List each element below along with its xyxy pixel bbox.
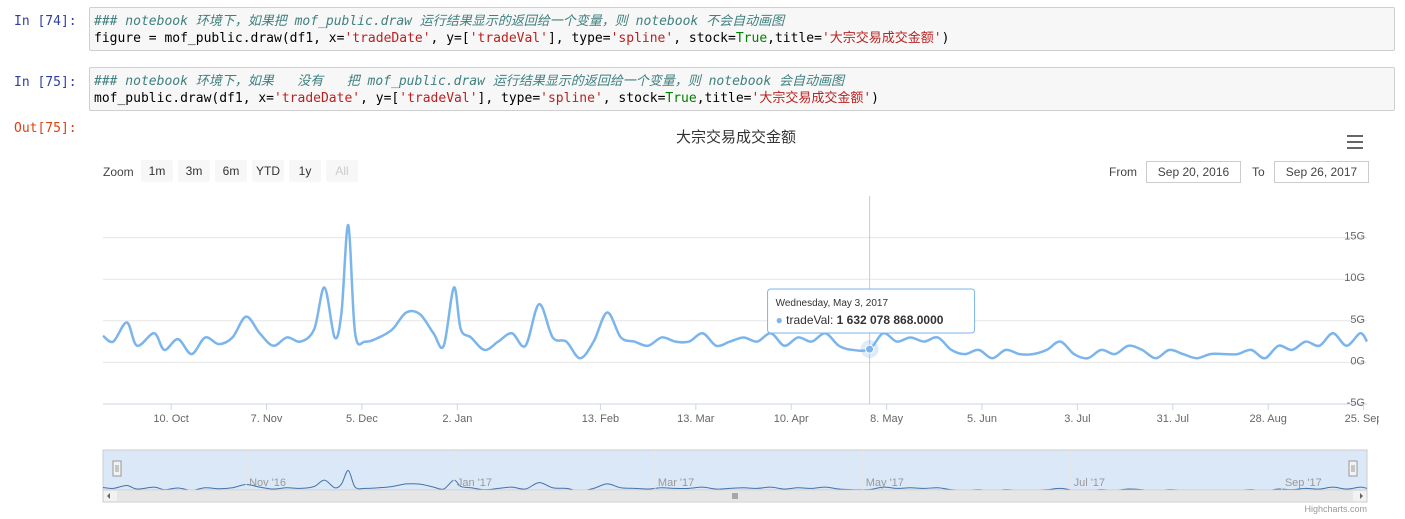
y-tick-label: 0G <box>1350 355 1365 367</box>
cell-75-code-line: mof_public.draw(df1, x='tradeDate', y=['… <box>94 91 879 106</box>
navigator-tick-label: May '17 <box>866 477 904 489</box>
tooltip-date: Wednesday, May 3, 2017 <box>776 298 889 309</box>
chart-svg[interactable]: 15G 10G 5G 0G -5G 10. Oct 7. Nov 5. Dec 2. Jan 1… <box>101 120 1379 519</box>
x-tick-label: 2. Jan <box>442 413 472 425</box>
series-line-tradeVal <box>102 223 1369 360</box>
navigator-tick-label: Jan '17 <box>457 477 492 489</box>
x-tick-label: 10. Apr <box>774 413 809 425</box>
x-tick-label: 5. Jun <box>967 413 997 425</box>
x-tick-label: 13. Feb <box>582 413 619 425</box>
x-tick-label: 13. Mar <box>677 413 715 425</box>
navigator-left-handle[interactable] <box>112 460 122 477</box>
tooltip-value: ● tradeVal: 1 632 078 868.0000 <box>776 313 944 327</box>
navigator-area <box>102 449 1368 491</box>
x-tick-label: 3. Jul <box>1064 413 1090 425</box>
x-tick-label: 5. Dec <box>346 413 378 425</box>
y-tick-label: 10G <box>1344 272 1365 284</box>
x-tick-label: 28. Aug <box>1250 413 1287 425</box>
x-tick-label: 7. Nov <box>251 413 283 425</box>
navigator-right-handle[interactable] <box>1348 460 1358 477</box>
x-tick-label: 25. Sep <box>1345 413 1379 425</box>
cell-75-prompt: In [75]: <box>14 75 77 90</box>
x-tick-label: 31. Jul <box>1157 413 1189 425</box>
cell-75-comment: ### notebook 环境下，如果 没有 把 mof_public.draw… <box>94 74 845 89</box>
cell-74-code[interactable]: ### notebook 环境下，如果把 mof_public.draw 运行结… <box>89 7 1395 51</box>
credits-link[interactable]: Highcharts.com <box>1304 504 1367 514</box>
cell-75-out-prompt: Out[75]: <box>14 121 77 136</box>
cell-74-comment: ### notebook 环境下，如果把 mof_public.draw 运行结… <box>94 14 785 29</box>
x-tick-label: 10. Oct <box>153 413 188 425</box>
navigator-tick-label: Jul '17 <box>1074 477 1105 489</box>
cell-74-code-line: figure = mof_public.draw(df1, x='tradeDa… <box>94 31 950 46</box>
y-tick-label: 5G <box>1350 314 1365 326</box>
y-tick-label: -5G <box>1347 397 1365 409</box>
data-point-hover <box>865 344 875 354</box>
cell-75-code[interactable]: ### notebook 环境下，如果 没有 把 mof_public.draw… <box>89 67 1395 111</box>
cell-74-prompt: In [74]: <box>14 14 77 29</box>
y-tick-label: 15G <box>1344 231 1365 243</box>
navigator-tick-label: Mar '17 <box>658 477 694 489</box>
navigator-tick-label: Nov '16 <box>249 477 286 489</box>
highcharts-container: 大宗交易成交金额 Zoom 1m 3m 6m YTD 1y All From S… <box>101 120 1379 519</box>
x-tick-label: 8. May <box>870 413 904 425</box>
navigator-tick-label: Sep '17 <box>1285 477 1322 489</box>
